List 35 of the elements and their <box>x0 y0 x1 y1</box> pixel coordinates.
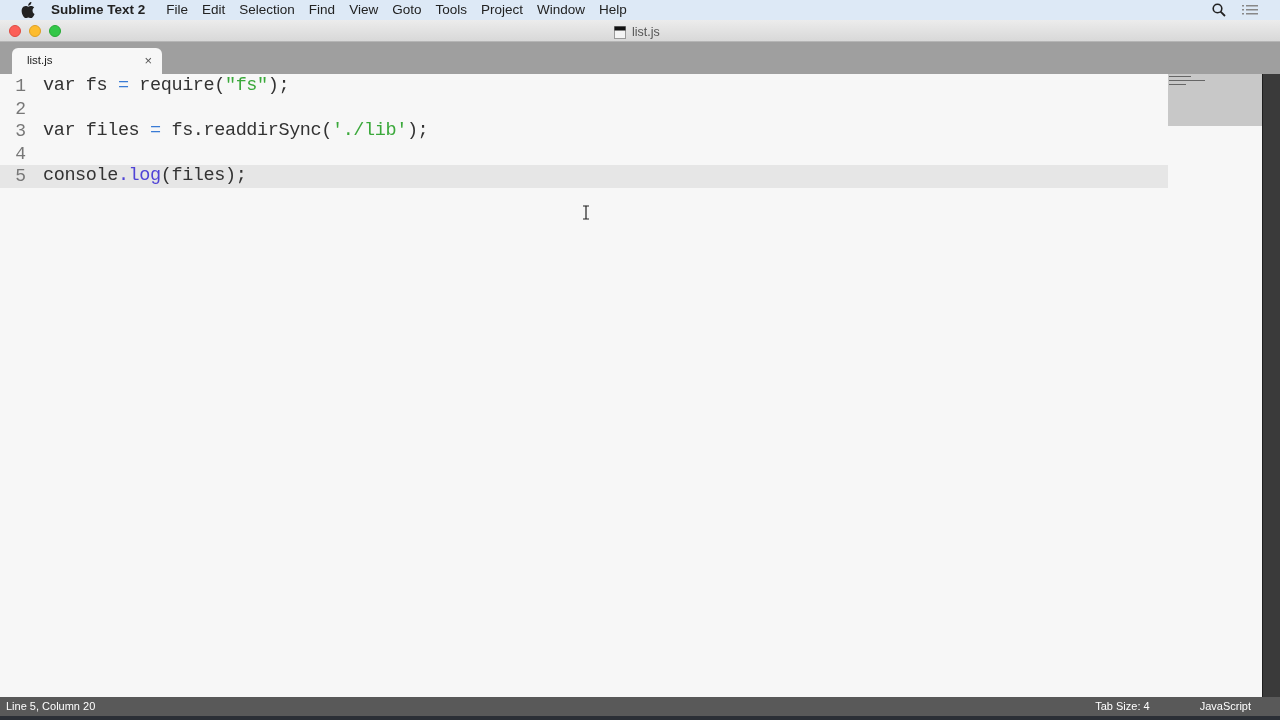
syntax-setting[interactable]: JavaScript <box>1199 698 1251 715</box>
close-tab-button[interactable]: × <box>144 51 152 71</box>
code-text: var fs = require("fs"); <box>43 75 290 98</box>
document-icon <box>614 25 626 39</box>
line-number: 4 <box>14 142 27 165</box>
code-text: var files = fs.readdirSync('./lib'); <box>43 120 429 143</box>
file-tab[interactable]: list.js × <box>12 48 162 74</box>
menu-item[interactable]: View <box>342 0 386 20</box>
list-icon[interactable] <box>1242 4 1258 16</box>
menu-item[interactable]: Edit <box>195 0 233 20</box>
menu-item[interactable]: Find <box>301 0 343 20</box>
zoom-window-button[interactable] <box>49 24 61 37</box>
menu-item[interactable]: Selection <box>232 0 302 20</box>
apple-icon[interactable] <box>21 2 35 18</box>
line-number: 2 <box>14 97 27 120</box>
code-text: console.log(files); <box>43 165 247 188</box>
minimize-window-button[interactable] <box>29 24 41 37</box>
line-number: 1 <box>14 75 27 98</box>
app-name[interactable]: Sublime Text 2 <box>51 0 146 21</box>
menu-item[interactable]: Project <box>473 0 530 20</box>
search-icon[interactable] <box>1212 3 1226 17</box>
cursor-position: Line 5, Column 20 <box>6 699 97 715</box>
menu-item[interactable]: Tools <box>428 0 474 20</box>
menu-item[interactable]: File <box>159 0 196 20</box>
line-number: 5 <box>14 165 27 188</box>
menu-item[interactable]: Goto <box>385 0 429 20</box>
menu-item[interactable]: Window <box>530 0 592 20</box>
close-window-button[interactable] <box>9 24 21 37</box>
tab-size-setting[interactable]: Tab Size: 4 <box>1095 698 1150 715</box>
code-area[interactable]: 1 var fs = require("fs"); 2 3 var files = fs.readdirSync('./lib'); 4 5 console.log(files); <box>0 74 1168 697</box>
window-title: list.js <box>632 24 660 41</box>
text-cursor-icon <box>582 205 590 220</box>
line-number: 3 <box>14 120 27 143</box>
scrollbar[interactable] <box>1262 74 1280 697</box>
menu-item[interactable]: Help <box>592 0 634 20</box>
